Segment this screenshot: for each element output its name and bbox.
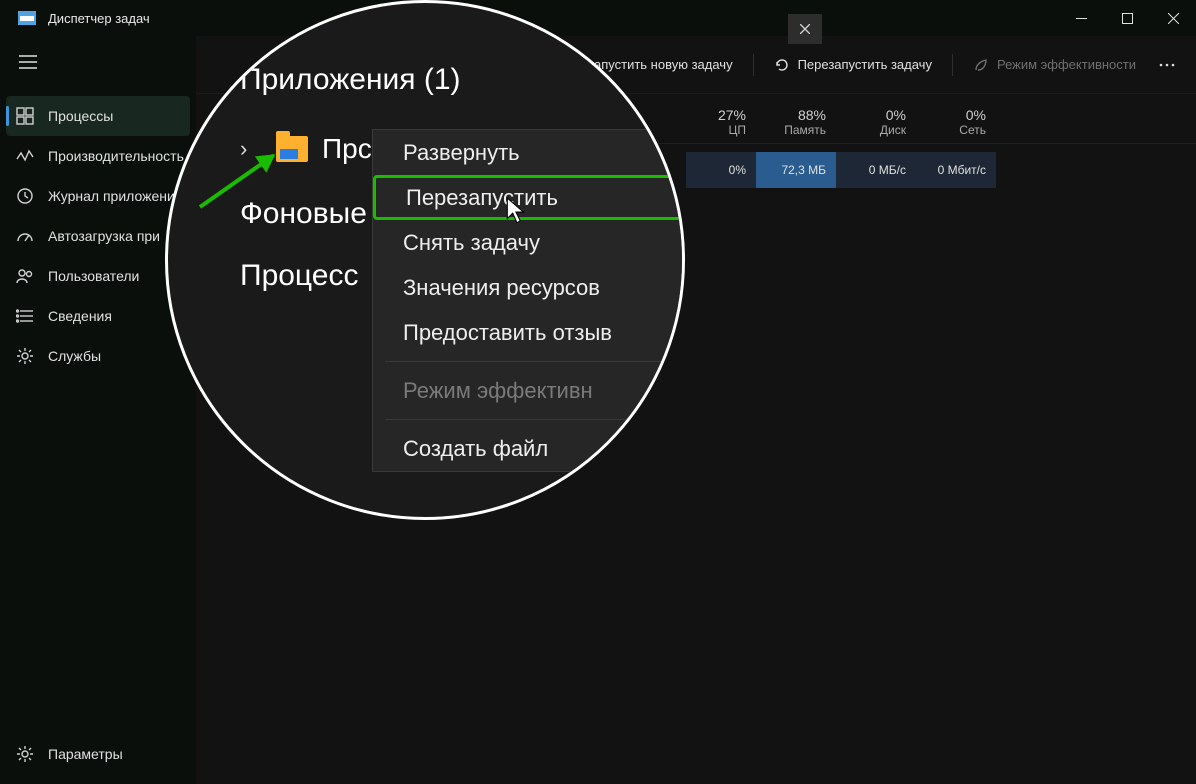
cpu-percent: 27% — [686, 107, 746, 123]
toolbar-label: Перезапустить задачу — [798, 57, 932, 72]
cell-cpu: 0% — [686, 152, 756, 188]
separator — [952, 54, 953, 76]
new-task-button[interactable]: апустить новую задачу — [560, 51, 743, 79]
toolbar-label: Режим эффективности — [997, 57, 1136, 72]
efficiency-mode-button[interactable]: Режим эффективности — [963, 51, 1146, 79]
net-percent: 0% — [916, 107, 986, 123]
sidebar-item-services[interactable]: Службы — [0, 336, 196, 376]
column-cpu[interactable]: 27% ЦП — [686, 107, 756, 137]
column-memory[interactable]: 88% Память — [756, 107, 836, 137]
sidebar-item-label: Пользователи — [48, 268, 139, 284]
cpu-label: ЦП — [728, 123, 746, 137]
close-button[interactable] — [1150, 0, 1196, 36]
net-label: Сеть — [959, 123, 986, 137]
hamburger-button[interactable] — [8, 42, 48, 82]
titlebar: Диспетчер задач — [0, 0, 1196, 36]
sidebar-item-label: Сведения — [48, 308, 112, 324]
window-title: Диспетчер задач — [48, 11, 150, 26]
sidebar-item-label: Производительность — [48, 148, 184, 164]
sidebar-item-startup[interactable]: Автозагрузка при — [0, 216, 196, 256]
disk-label: Диск — [880, 123, 906, 137]
disk-percent: 0% — [836, 107, 906, 123]
sidebar: Процессы Производительность Журнал прило… — [0, 36, 196, 784]
separator — [753, 54, 754, 76]
mem-label: Память — [784, 123, 826, 137]
list-icon — [16, 307, 34, 325]
toolbar-label: апустить новую задачу — [594, 57, 733, 72]
column-disk[interactable]: 0% Диск — [836, 107, 916, 137]
wave-icon — [16, 147, 34, 165]
table-row[interactable]: 0% 72,3 МБ 0 МБ/с 0 Мбит/с — [196, 152, 1196, 188]
sidebar-item-label: Процессы — [48, 108, 113, 124]
window-controls — [1058, 0, 1196, 36]
sidebar-item-history[interactable]: Журнал приложени — [0, 176, 196, 216]
run-icon — [570, 57, 586, 73]
users-icon — [16, 267, 34, 285]
cell-net: 0 Мбит/с — [916, 152, 996, 188]
minimize-button[interactable] — [1058, 0, 1104, 36]
search-close-button[interactable] — [788, 14, 822, 44]
table-header: 27% ЦП 88% Память 0% Диск 0% Сеть — [196, 94, 1196, 144]
sidebar-item-label: Параметры — [48, 746, 123, 762]
sidebar-item-label: Службы — [48, 348, 101, 364]
sidebar-item-label: Автозагрузка при — [48, 228, 160, 244]
restart-task-button[interactable]: Перезапустить задачу — [764, 51, 942, 79]
maximize-button[interactable] — [1104, 0, 1150, 36]
sidebar-item-label: Журнал приложени — [48, 188, 175, 204]
sidebar-item-processes[interactable]: Процессы — [6, 96, 190, 136]
content-area: апустить новую задачу Перезапустить зада… — [196, 36, 1196, 784]
settings-icon — [16, 745, 34, 763]
cell-mem: 72,3 МБ — [756, 152, 836, 188]
app-icon — [18, 11, 36, 25]
sidebar-item-users[interactable]: Пользователи — [0, 256, 196, 296]
leaf-icon — [973, 57, 989, 73]
sidebar-item-details[interactable]: Сведения — [0, 296, 196, 336]
gauge-icon — [16, 227, 34, 245]
toolbar: апустить новую задачу Перезапустить зада… — [196, 36, 1196, 94]
history-icon — [16, 187, 34, 205]
cell-disk: 0 МБ/с — [836, 152, 916, 188]
sidebar-item-performance[interactable]: Производительность — [0, 136, 196, 176]
column-network[interactable]: 0% Сеть — [916, 107, 996, 137]
more-button[interactable] — [1152, 50, 1182, 80]
sidebar-item-settings[interactable]: Параметры — [0, 734, 196, 774]
restart-icon — [774, 57, 790, 73]
gear-icon — [16, 347, 34, 365]
mem-percent: 88% — [756, 107, 826, 123]
grid-icon — [16, 107, 34, 125]
